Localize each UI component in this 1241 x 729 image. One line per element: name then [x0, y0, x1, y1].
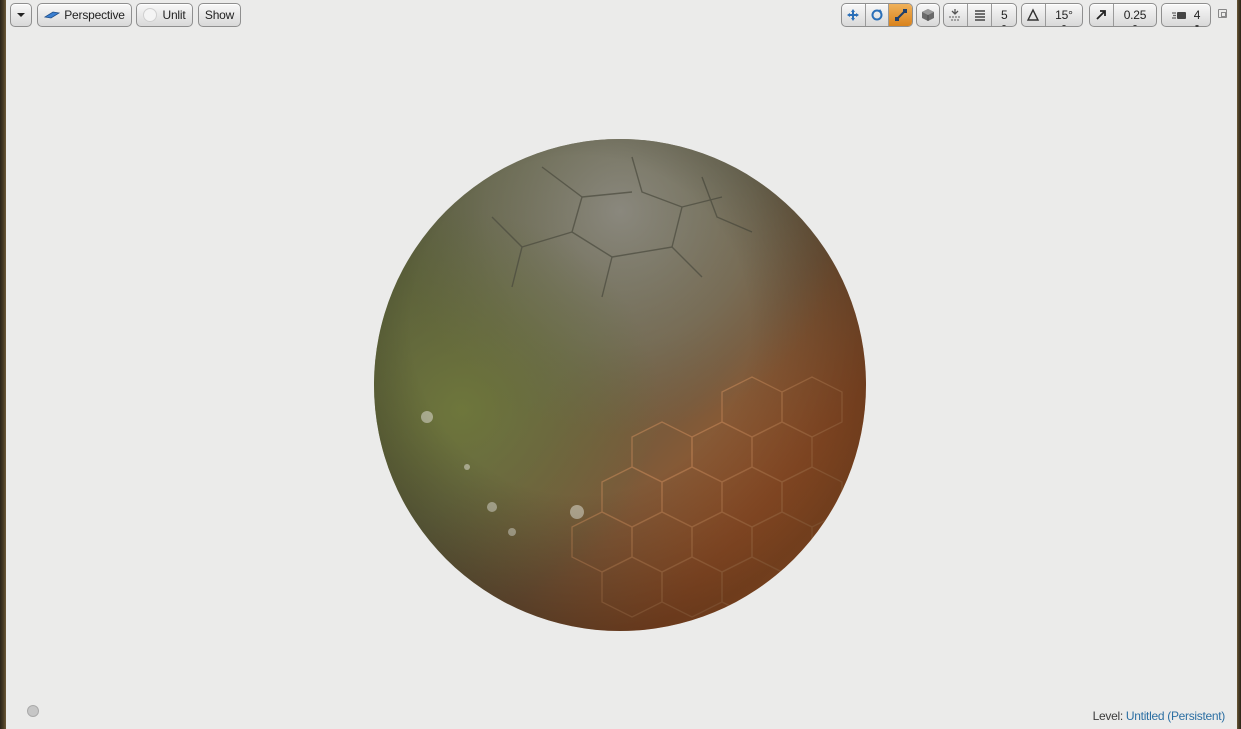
- scale-snap-dropdown[interactable]: 0.25: [1114, 4, 1156, 26]
- camera-speed-value: 4: [1193, 8, 1201, 22]
- rotation-snap-icon: [1027, 8, 1040, 21]
- scale-snap-toggle[interactable]: [1090, 4, 1114, 26]
- coordinate-system-button[interactable]: [916, 3, 940, 27]
- view-mode-button[interactable]: Unlit: [136, 3, 193, 27]
- translate-tool-button[interactable]: [842, 4, 866, 26]
- scale-snap-icon: [1096, 10, 1107, 20]
- surface-snapping-button[interactable]: [944, 4, 968, 26]
- scale-snap-group: 0.25: [1089, 3, 1157, 27]
- grid-snap-group: 5: [943, 3, 1017, 27]
- perspective-button[interactable]: Perspective: [37, 3, 132, 27]
- grid-snap-icon: [974, 10, 985, 21]
- rotation-snap-dropdown[interactable]: 15°: [1046, 4, 1082, 26]
- sphere-mesh: [374, 139, 866, 631]
- level-label: Level:: [1092, 709, 1124, 723]
- surface-snapping-icon: [949, 9, 962, 21]
- rotation-snap-toggle[interactable]: [1022, 4, 1046, 26]
- camera-speed-icon: [1171, 12, 1186, 19]
- show-button[interactable]: Show: [198, 3, 241, 27]
- rotation-snap-value: 15°: [1055, 8, 1073, 22]
- transform-tools-group: [841, 3, 913, 27]
- level-viewport[interactable]: Perspective Unlit Show 5 15° 0.25 4 Leve…: [6, 0, 1237, 729]
- rotate-icon: [871, 9, 883, 21]
- translate-icon: [847, 9, 860, 21]
- grid-size-value: 5: [1000, 8, 1008, 22]
- unlit-mode-icon: [143, 8, 158, 22]
- camera-speed-button[interactable]: 4: [1161, 3, 1211, 27]
- grid-size-dropdown[interactable]: 5: [992, 4, 1016, 26]
- viewport-frame-right: [1237, 0, 1241, 729]
- grid-snap-toggle[interactable]: [968, 4, 993, 26]
- maximize-viewport-icon[interactable]: [1218, 9, 1227, 18]
- level-name-link[interactable]: Untitled (Persistent): [1126, 709, 1225, 723]
- help-icon[interactable]: [27, 705, 39, 717]
- rotation-snap-group: 15°: [1021, 3, 1083, 27]
- viewport-options-button[interactable]: [10, 3, 32, 27]
- scale-tool-button[interactable]: [889, 4, 912, 26]
- scale-icon: [894, 9, 907, 21]
- show-label: Show: [204, 8, 235, 22]
- perspective-camera-icon: [44, 11, 61, 19]
- rotate-tool-button[interactable]: [866, 4, 890, 26]
- view-mode-label: Unlit: [162, 8, 186, 22]
- perspective-label: Perspective: [64, 8, 125, 22]
- level-status: Level: Untitled (Persistent): [1092, 709, 1226, 723]
- scale-snap-value: 0.25: [1123, 8, 1147, 22]
- material-preview-sphere[interactable]: [372, 137, 868, 633]
- chevron-down-icon: [17, 13, 25, 17]
- world-cube-icon: [922, 9, 934, 21]
